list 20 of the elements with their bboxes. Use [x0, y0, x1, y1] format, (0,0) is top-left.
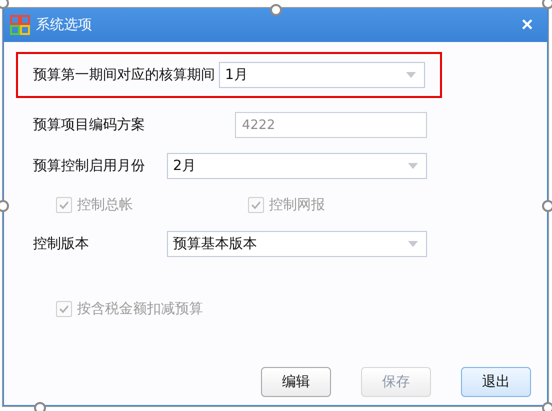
window-title: 系统选项: [36, 16, 93, 34]
dropdown-caret-icon: [408, 163, 418, 169]
check-icon: [59, 201, 69, 209]
field-label: 预算控制启用月份: [33, 157, 146, 175]
dropdown-caret-icon: [406, 72, 416, 78]
resize-handle-icon[interactable]: [270, 4, 282, 16]
dialog-button[interactable]: 退出: [461, 367, 531, 397]
dropdown-field[interactable]: 1月: [219, 62, 425, 88]
check-icon: [59, 305, 69, 313]
dialog-button[interactable]: 编辑: [261, 367, 331, 397]
close-button[interactable]: ×: [515, 15, 539, 35]
field-label: 预算第一期间对应的核算期间: [33, 66, 215, 84]
check-icon: [251, 201, 261, 209]
dropdown-caret-icon: [408, 241, 418, 247]
resize-handle-icon[interactable]: [0, 200, 9, 212]
dropdown-field[interactable]: 预算基本版本: [167, 231, 427, 257]
field-label: 控制版本: [33, 235, 90, 253]
dropdown-field[interactable]: 2月: [167, 153, 427, 179]
app-icon: [10, 15, 30, 35]
field-label: 预算项目编码方案: [33, 116, 146, 134]
